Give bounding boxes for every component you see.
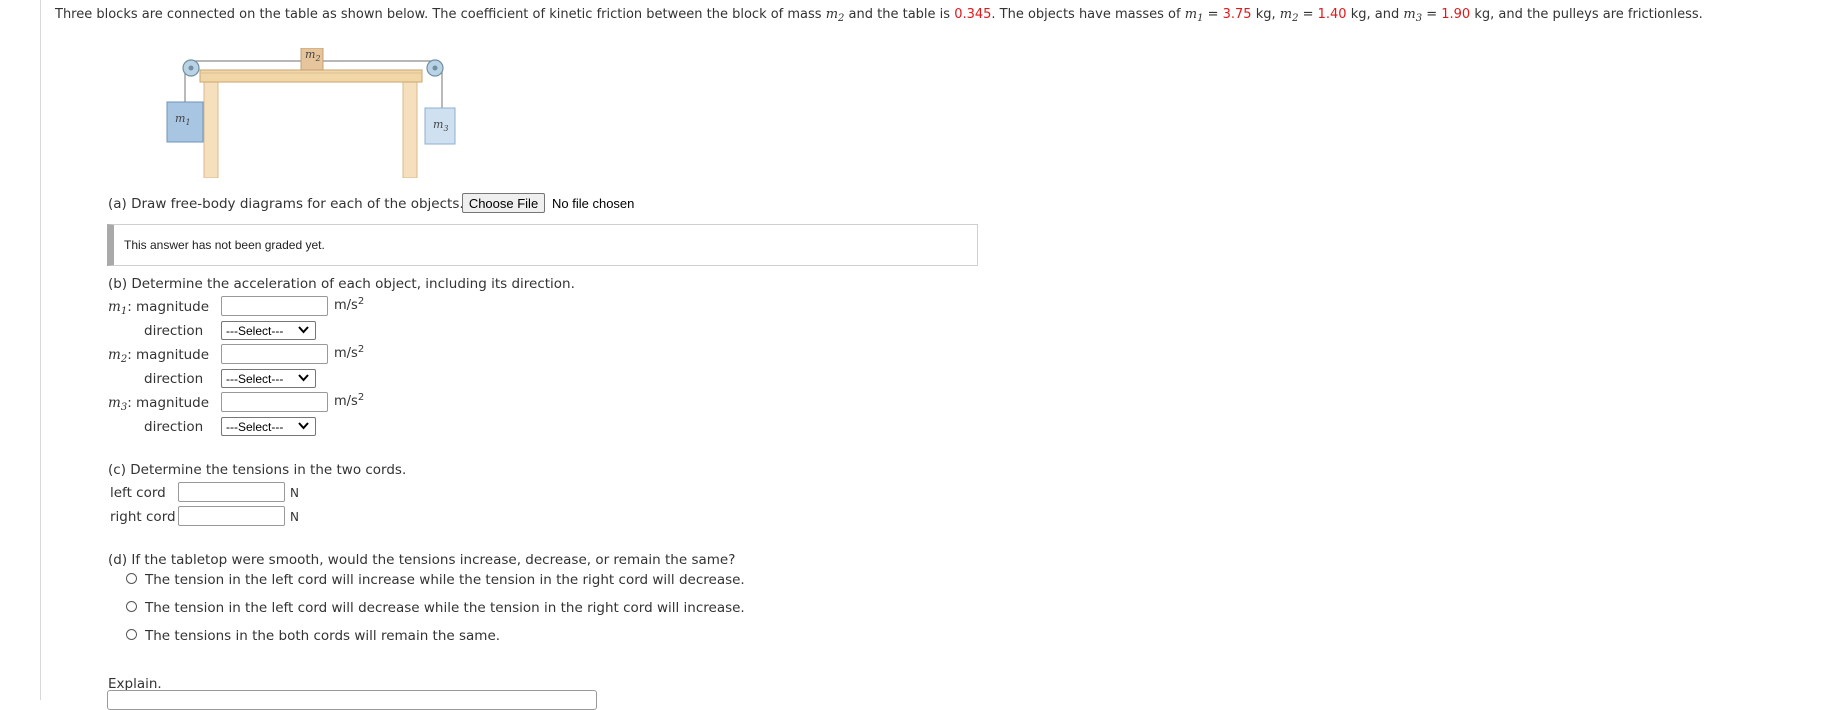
m2-unit: m/s2 <box>334 344 365 362</box>
part-c-prompt: (c) Determine the tensions in the two co… <box>108 462 407 478</box>
unit-kg: kg <box>1474 7 1491 22</box>
part-d-prompt: (d) If the tabletop were smooth, would t… <box>108 552 736 568</box>
label-m2: m2 <box>305 48 321 63</box>
graded-status-box: This answer has not been graded yet. <box>107 224 978 266</box>
m1-magnitude-label: m1: magnitude <box>108 299 210 317</box>
radio-option-1[interactable] <box>126 573 137 584</box>
m2-magnitude-input[interactable] <box>221 344 328 364</box>
option-1-label: The tension in the left cord will increa… <box>145 572 745 588</box>
left-cord-input[interactable] <box>178 482 285 502</box>
m3-unit: m/s2 <box>334 392 365 410</box>
m2-magnitude-label: m2: magnitude <box>108 347 210 365</box>
unit-kg: kg <box>1350 7 1367 22</box>
m1-value: 3.75 <box>1222 7 1252 22</box>
left-cord-unit: N <box>290 486 299 500</box>
part-b-prompt: (b) Determine the acceleration of each o… <box>108 276 575 292</box>
m3-var: m3 <box>1403 7 1423 24</box>
right-cord-input[interactable] <box>178 506 285 526</box>
label-m1: m1 <box>175 112 191 127</box>
right-cord-label: right cord <box>110 509 176 525</box>
m1-magnitude-input[interactable] <box>221 296 328 316</box>
left-cord-label: left cord <box>110 485 166 501</box>
explain-textarea[interactable] <box>107 690 597 710</box>
option-2-label: The tension in the left cord will decrea… <box>145 600 745 616</box>
intro-c: . The objects have masses of <box>991 7 1181 22</box>
m3-direction-select[interactable]: ---Select--- <box>221 417 316 436</box>
mu-value: 0.345 <box>954 7 992 22</box>
part-a-prompt: (a) Draw free-body diagrams for each of … <box>108 196 464 212</box>
left-border <box>40 0 41 700</box>
option-3-label: The tensions in the both cords will rema… <box>145 628 501 644</box>
chevron-down-icon <box>298 422 309 430</box>
choose-file-button[interactable]: Choose File <box>462 193 545 213</box>
chevron-down-icon <box>298 326 309 334</box>
m2-value: 1.40 <box>1317 7 1347 22</box>
chevron-down-icon <box>298 374 309 382</box>
outro: , and the pulleys are frictionless. <box>1490 7 1703 22</box>
problem-statement: Three blocks are connected on the table … <box>55 7 1703 24</box>
m3-magnitude-input[interactable] <box>221 392 328 412</box>
unit-kg: kg <box>1255 7 1272 22</box>
graded-text: This answer has not been graded yet. <box>124 238 325 252</box>
m3-value: 1.90 <box>1441 7 1471 22</box>
m1-direction-select[interactable]: ---Select--- <box>221 321 316 340</box>
m2-var: m2 <box>825 7 845 24</box>
m2-direction-label: direction <box>144 371 204 387</box>
right-cord-unit: N <box>290 510 299 524</box>
m2-var-2: m2 <box>1279 7 1299 24</box>
m1-unit: m/s2 <box>334 296 365 314</box>
intro-b: and the table is <box>848 7 951 22</box>
and-word: and <box>1374 7 1400 22</box>
m1-direction-label: direction <box>144 323 204 339</box>
radio-option-3[interactable] <box>126 629 137 640</box>
m3-magnitude-label: m3: magnitude <box>108 395 210 413</box>
table-leg-left <box>203 80 219 178</box>
tabletop <box>199 69 423 83</box>
blocks-diagram <box>166 48 456 178</box>
m2-direction-select[interactable]: ---Select--- <box>221 369 316 388</box>
m3-direction-label: direction <box>144 419 204 435</box>
label-m3: m3 <box>433 118 449 133</box>
m1-var: m1 <box>1184 7 1204 24</box>
table-leg-right <box>402 80 418 178</box>
intro-a: Three blocks are connected on the table … <box>55 7 822 22</box>
radio-option-2[interactable] <box>126 601 137 612</box>
no-file-text: No file chosen <box>552 196 635 211</box>
